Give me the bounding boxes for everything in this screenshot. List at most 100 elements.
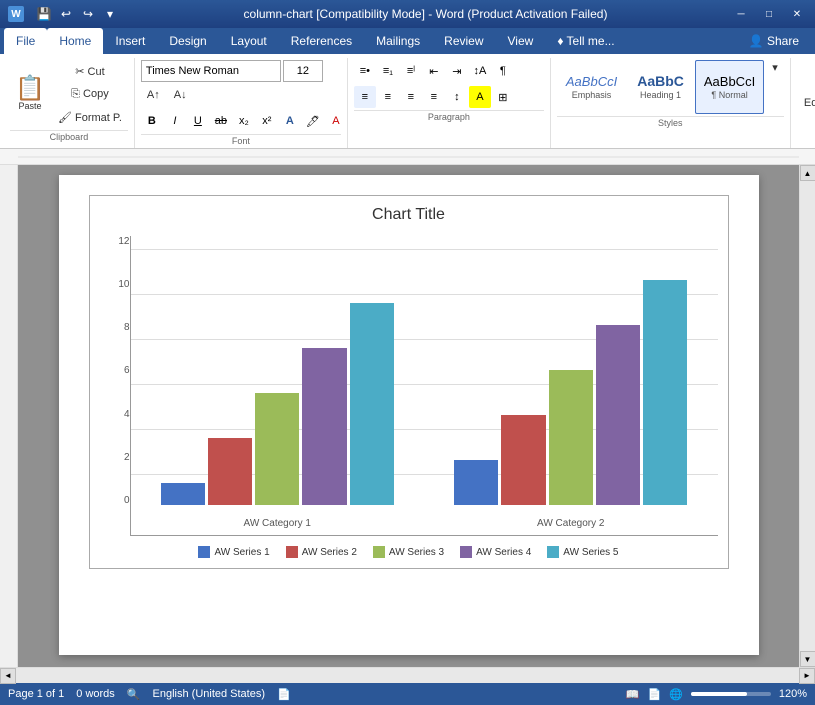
style-normal-label: ¶ Normal: [711, 90, 747, 100]
menu-layout[interactable]: Layout: [219, 28, 279, 54]
title-bar-left: W 💾 ↩ ↪ ▾: [8, 4, 120, 24]
zoom-slider[interactable]: [691, 692, 771, 696]
legend-color-series3: [373, 546, 385, 558]
category-1-label: AW Category 1: [161, 518, 395, 529]
bars-wrapper: [131, 236, 718, 505]
style-heading1-button[interactable]: AaBbC Heading 1: [628, 60, 693, 114]
horizontal-scrollbar: ◄ ►: [0, 667, 815, 683]
styles-more-button[interactable]: ▾: [766, 60, 784, 75]
save-button[interactable]: 💾: [34, 4, 54, 24]
multilevel-list-button[interactable]: ≡ˡ: [400, 60, 422, 82]
strikethrough-button[interactable]: ab: [210, 110, 232, 132]
menu-insert[interactable]: Insert: [103, 28, 157, 54]
highlight-color-button[interactable]: 🖊: [302, 110, 324, 132]
window-controls: ─ □ ✕: [731, 6, 807, 22]
paragraph-section: ≡• ≡₁ ≡ˡ ⇤ ⇥ ↕A ¶ ≡ ≡ ≡ ≡ ↕ A ⊞: [348, 58, 551, 148]
menu-review[interactable]: Review: [432, 28, 495, 54]
sidebar-left: [0, 165, 18, 667]
decrease-indent-button[interactable]: ⇤: [423, 60, 445, 82]
font-color-button[interactable]: A: [325, 110, 347, 132]
format-painter-button[interactable]: 🖌 Format P.: [52, 106, 128, 128]
menu-tell-me[interactable]: ♦ Tell me...: [545, 28, 736, 54]
align-right-button[interactable]: ≡: [400, 86, 422, 108]
legend-series1: AW Series 1: [198, 546, 269, 558]
undo-button[interactable]: ↩: [56, 4, 76, 24]
font-family-input[interactable]: [141, 60, 281, 82]
subscript-button[interactable]: x₂: [233, 110, 255, 132]
align-left-button[interactable]: ≡: [354, 86, 376, 108]
borders-button[interactable]: ⊞: [492, 86, 514, 108]
show-hide-button[interactable]: ¶: [492, 60, 514, 82]
cut-button[interactable]: ✂ Cut: [52, 60, 128, 82]
clipboard-label: Clipboard: [10, 130, 128, 142]
paste-button[interactable]: 📋 Paste: [10, 65, 50, 123]
scroll-left-button[interactable]: ◄: [0, 668, 16, 684]
view-read-icon[interactable]: 📖: [626, 688, 640, 701]
text-effects-button[interactable]: A: [279, 110, 301, 132]
bold-button[interactable]: B: [141, 110, 163, 132]
view-print-icon[interactable]: 📄: [647, 688, 661, 701]
decrease-font-button[interactable]: A↓: [168, 84, 193, 106]
bullets-button[interactable]: ≡•: [354, 60, 376, 82]
close-button[interactable]: ✕: [787, 6, 807, 22]
numbering-button[interactable]: ≡₁: [377, 60, 399, 82]
menu-references[interactable]: References: [279, 28, 364, 54]
word-icon: W: [8, 6, 24, 22]
category-2-bars: [454, 280, 688, 505]
legend-color-series2: [286, 546, 298, 558]
customize-qat-button[interactable]: ▾: [100, 4, 120, 24]
bar-cat2-series1: [454, 460, 498, 505]
status-right: 📖 📄 🌐 120%: [626, 688, 807, 701]
page: Chart Title 12 10 8 6 4 2 0: [59, 175, 759, 655]
line-spacing-button[interactable]: ↕: [446, 86, 468, 108]
menu-view[interactable]: View: [496, 28, 546, 54]
chart-title: Chart Title: [100, 206, 718, 224]
menu-file[interactable]: File: [4, 28, 47, 54]
bar-cat2-series3: [549, 370, 593, 505]
proofing-icon[interactable]: 🔍: [127, 688, 141, 701]
justify-button[interactable]: ≡: [423, 86, 445, 108]
copy-button[interactable]: ⎘ Copy: [52, 83, 128, 105]
document-area[interactable]: Chart Title 12 10 8 6 4 2 0: [18, 165, 799, 667]
superscript-button[interactable]: x²: [256, 110, 278, 132]
legend-series5: AW Series 5: [547, 546, 618, 558]
view-web-icon[interactable]: 🌐: [669, 688, 683, 701]
paste-icon: 📋: [15, 77, 45, 101]
main-area: Chart Title 12 10 8 6 4 2 0: [0, 165, 815, 667]
legend-series4: AW Series 4: [460, 546, 531, 558]
style-emphasis-button[interactable]: AaBbCcI Emphasis: [557, 60, 626, 114]
shading-button[interactable]: A: [469, 86, 491, 108]
bar-cat2-series2: [501, 415, 545, 505]
menu-home[interactable]: Home: [47, 28, 103, 54]
italic-button[interactable]: I: [164, 110, 186, 132]
h-scroll-track[interactable]: [16, 668, 799, 683]
scroll-track[interactable]: [800, 181, 815, 651]
minimize-button[interactable]: ─: [731, 6, 751, 22]
page-info: Page 1 of 1: [8, 688, 64, 700]
style-normal-button[interactable]: AaBbCcI ¶ Normal: [695, 60, 764, 114]
zoom-fill: [691, 692, 747, 696]
y-label-10: 10: [118, 279, 129, 290]
menu-mailings[interactable]: Mailings: [364, 28, 432, 54]
category-labels: AW Category 1 AW Category 2: [131, 518, 718, 529]
styles-section: AaBbCcI Emphasis AaBbC Heading 1 AaBbCcI…: [551, 58, 791, 148]
macro-icon: 📄: [277, 688, 291, 701]
align-center-button[interactable]: ≡: [377, 86, 399, 108]
scroll-right-button[interactable]: ►: [799, 668, 815, 684]
share-button[interactable]: 👤 Share: [737, 28, 811, 54]
menu-design[interactable]: Design: [157, 28, 218, 54]
font-size-input[interactable]: [283, 60, 323, 82]
scroll-up-button[interactable]: ▲: [800, 165, 815, 181]
underline-button[interactable]: U: [187, 110, 209, 132]
increase-indent-button[interactable]: ⇥: [446, 60, 468, 82]
editing-label: Editing: [804, 97, 815, 109]
restore-button[interactable]: □: [759, 6, 779, 22]
increase-font-button[interactable]: A↑: [141, 84, 166, 106]
style-heading1-label: Heading 1: [640, 90, 681, 100]
redo-button[interactable]: ↪: [78, 4, 98, 24]
scroll-down-button[interactable]: ▼: [800, 651, 815, 667]
style-heading1-preview: AaBbC: [637, 74, 684, 88]
sort-button[interactable]: ↕A: [469, 60, 491, 82]
zoom-level: 120%: [779, 688, 807, 700]
legend-label-series3: AW Series 3: [389, 547, 444, 558]
